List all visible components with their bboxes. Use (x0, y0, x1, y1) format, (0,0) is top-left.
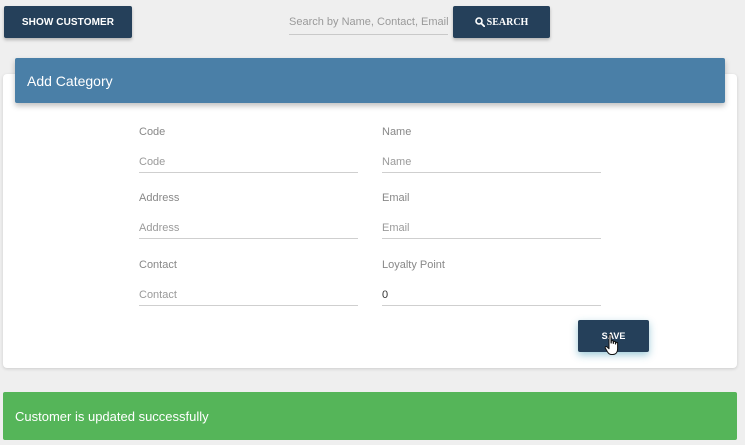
loyalty-point-input[interactable] (382, 284, 601, 306)
contact-input[interactable] (139, 284, 358, 306)
name-label: Name (382, 126, 412, 138)
search-icon (474, 17, 485, 28)
code-input[interactable] (139, 151, 358, 173)
address-label: Address (139, 192, 180, 204)
success-alert: Customer is updated successfully (3, 392, 737, 440)
search-input[interactable] (289, 10, 448, 35)
form-header: Add Category (15, 58, 725, 103)
show-customer-button[interactable]: SHOW CUSTOMER (4, 6, 132, 38)
loyalty-point-label: Loyalty Point (382, 259, 445, 271)
email-label: Email (382, 192, 410, 204)
code-label: Code (139, 126, 166, 138)
search-button-label: SEARCH (486, 16, 529, 28)
success-alert-message: Customer is updated successfully (15, 408, 209, 424)
search-button[interactable]: SEARCH (453, 6, 550, 38)
form-title: Add Category (27, 72, 113, 89)
contact-label: Contact (139, 259, 177, 271)
address-input[interactable] (139, 217, 358, 239)
name-input[interactable] (382, 151, 601, 173)
hand-cursor-icon (604, 333, 622, 357)
email-input[interactable] (382, 217, 601, 239)
